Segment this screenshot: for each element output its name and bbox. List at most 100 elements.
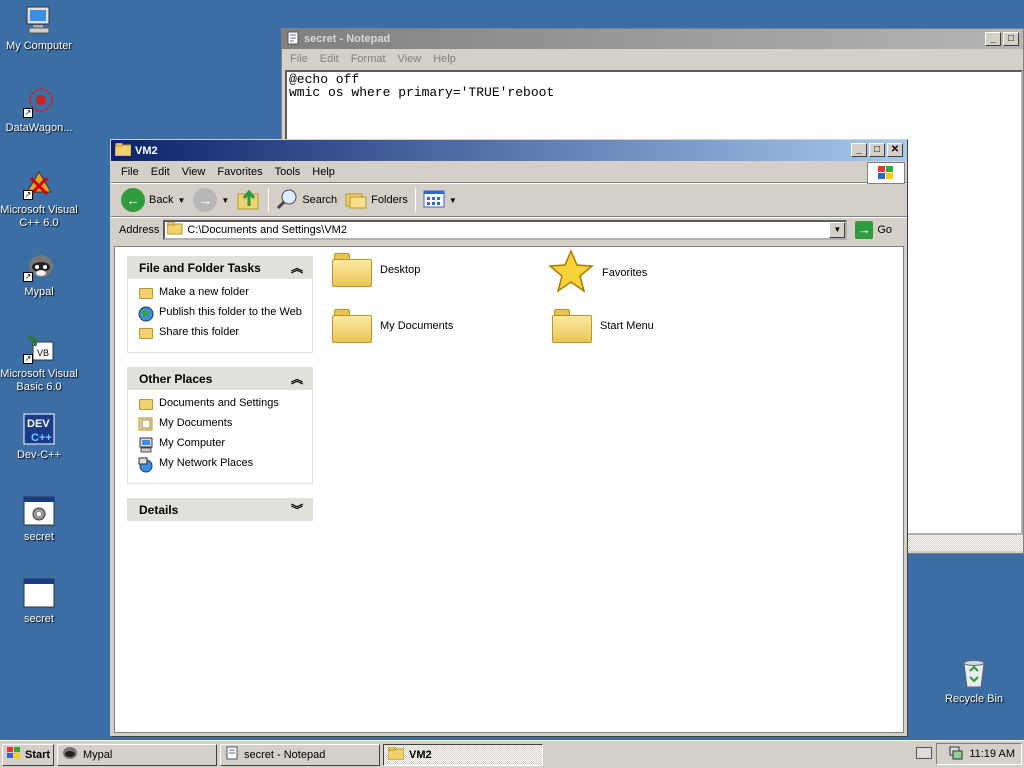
taskbar-button-notepad[interactable]: secret - Notepad <box>220 743 380 766</box>
chevron-down-icon[interactable]: ︾ <box>291 501 303 518</box>
chevron-up-icon[interactable]: ︽ <box>291 259 303 276</box>
my-documents-icon <box>138 417 154 431</box>
desktop-icon-visual-basic[interactable]: VB ↗ Microsoft Visual Basic 6.0 <box>0 332 78 394</box>
file-item-favorites[interactable]: Favorites <box>548 249 647 296</box>
file-label: Desktop <box>380 264 421 276</box>
notepad-menubar: File Edit Format View Help <box>282 49 1023 68</box>
desktop-icon-my-computer[interactable]: My Computer <box>0 4 78 53</box>
shortcut-arrow-icon: ↗ <box>23 272 33 282</box>
panel-header[interactable]: File and Folder Tasks ︽ <box>127 256 313 279</box>
svg-text:VB: VB <box>37 348 49 358</box>
file-item-my-documents[interactable]: My Documents <box>332 309 453 343</box>
taskbar-button-label: VM2 <box>409 748 432 761</box>
windows-logo-icon <box>6 746 22 763</box>
task-share-folder[interactable]: Share this folder <box>138 326 304 340</box>
taskbar-button-vm2[interactable]: VM2 <box>383 743 543 766</box>
menu-edit[interactable]: Edit <box>145 166 176 178</box>
desktop-icon-label: Mypal <box>24 286 54 298</box>
desktop-icon-secret-txt[interactable]: secret <box>0 577 78 626</box>
task-label: Share this folder <box>159 326 240 338</box>
explorer-title: VM2 <box>135 144 158 157</box>
batch-file-icon <box>23 495 55 527</box>
shortcut-arrow-icon: ↗ <box>23 108 33 118</box>
folder-icon <box>552 309 592 343</box>
recycle-bin-icon <box>958 657 990 689</box>
place-label: Documents and Settings <box>159 397 279 409</box>
chevron-up-icon[interactable]: ︽ <box>291 370 303 387</box>
place-my-documents[interactable]: My Documents <box>138 417 304 431</box>
blank-window-icon <box>23 577 55 609</box>
desktop-icon-mypal[interactable]: ↗ Mypal <box>0 250 78 299</box>
desktop-icon-dev-cpp[interactable]: DEV C++ Dev-C++ <box>0 413 78 462</box>
desktop-icon-label: My Computer <box>5 40 73 52</box>
start-label: Start <box>25 748 51 761</box>
forward-arrow-icon: → <box>193 188 218 212</box>
minimize-button[interactable]: _ <box>985 32 1001 46</box>
dropdown-arrow-icon[interactable]: ▼ <box>177 196 185 205</box>
start-button[interactable]: Start <box>2 743 54 766</box>
desktop-icon-visual-cpp[interactable]: ↗ Microsoft Visual C++ 6.0 <box>0 168 78 230</box>
notepad-title: secret - Notepad <box>304 33 391 45</box>
maximize-button[interactable]: □ <box>1003 32 1019 46</box>
network-tray-icon[interactable] <box>949 746 963 763</box>
place-my-network-places[interactable]: My Network Places <box>138 457 304 473</box>
keyboard-icon[interactable] <box>916 747 932 759</box>
desktop-icon-label: secret <box>24 531 54 543</box>
desktop-icon-label: secret <box>24 613 54 625</box>
menu-help[interactable]: Help <box>433 53 456 65</box>
dropdown-arrow-icon[interactable]: ▼ <box>221 196 229 205</box>
panel-header[interactable]: Other Places ︽ <box>127 367 313 390</box>
go-button[interactable]: → Go <box>855 220 892 239</box>
address-input[interactable]: C:\Documents and Settings\VM2 ▼ <box>163 219 848 240</box>
folder-icon <box>387 746 405 763</box>
menu-view[interactable]: View <box>176 166 212 178</box>
views-button[interactable]: ▼ <box>419 186 461 214</box>
menu-view[interactable]: View <box>398 53 422 65</box>
taskbar-button-mypal[interactable]: Mypal <box>57 743 217 766</box>
explorer-window[interactable]: VM2 _ □ ✕ File Edit View Favorites Tools… <box>110 139 908 737</box>
menu-tools[interactable]: Tools <box>269 166 307 178</box>
address-dropdown-button[interactable]: ▼ <box>829 221 846 238</box>
views-icon <box>423 190 445 211</box>
notepad-icon <box>225 746 239 763</box>
menu-file[interactable]: File <box>115 166 145 178</box>
forward-button[interactable]: → ▼ <box>189 186 233 214</box>
explorer-titlebar[interactable]: VM2 _ □ ✕ <box>111 140 907 161</box>
menu-file[interactable]: File <box>290 53 308 65</box>
menu-edit[interactable]: Edit <box>320 53 339 65</box>
file-item-desktop[interactable]: Desktop <box>332 253 420 287</box>
close-button[interactable]: ✕ <box>887 143 903 157</box>
panel-title: Other Places <box>139 371 213 386</box>
back-button[interactable]: ← Back ▼ <box>117 186 189 214</box>
details-panel: Details ︾ <box>127 498 313 521</box>
svg-text:DEV: DEV <box>27 418 50 430</box>
menu-favorites[interactable]: Favorites <box>211 166 268 178</box>
task-publish-web[interactable]: Publish this folder to the Web <box>138 306 304 322</box>
search-button[interactable]: Search <box>272 186 341 214</box>
desktop-icon-recycle-bin[interactable]: Recycle Bin <box>935 657 1013 706</box>
notepad-titlebar[interactable]: secret - Notepad _ □ <box>282 29 1023 49</box>
minimize-button[interactable]: _ <box>851 143 867 157</box>
panel-header[interactable]: Details ︾ <box>127 498 313 521</box>
taskbar-button-label: secret - Notepad <box>244 748 326 761</box>
desktop-icon-label: Dev-C++ <box>16 449 62 461</box>
menu-help[interactable]: Help <box>306 166 341 178</box>
clock[interactable]: 11:19 AM <box>969 748 1015 760</box>
menu-format[interactable]: Format <box>351 53 386 65</box>
task-pane: File and Folder Tasks ︽ Make a new folde… <box>127 256 313 535</box>
place-documents-and-settings[interactable]: Documents and Settings <box>138 397 304 411</box>
folders-button[interactable]: Folders <box>341 186 412 214</box>
desktop-icon-datawagon[interactable]: ↗ DataWagon... <box>0 86 78 135</box>
file-item-start-menu[interactable]: Start Menu <box>552 309 654 343</box>
back-label: Back <box>149 194 174 206</box>
up-button[interactable] <box>233 186 265 214</box>
folder-up-icon <box>237 188 261 213</box>
search-icon <box>276 188 298 213</box>
task-label: Publish this folder to the Web <box>159 306 302 318</box>
desktop-icon-secret-bat[interactable]: secret <box>0 495 78 544</box>
place-my-computer[interactable]: My Computer <box>138 437 304 453</box>
dropdown-arrow-icon[interactable]: ▼ <box>449 196 457 205</box>
maximize-button[interactable]: □ <box>869 143 885 157</box>
file-folder-tasks-panel: File and Folder Tasks ︽ Make a new folde… <box>127 256 313 353</box>
task-make-new-folder[interactable]: Make a new folder <box>138 286 304 300</box>
